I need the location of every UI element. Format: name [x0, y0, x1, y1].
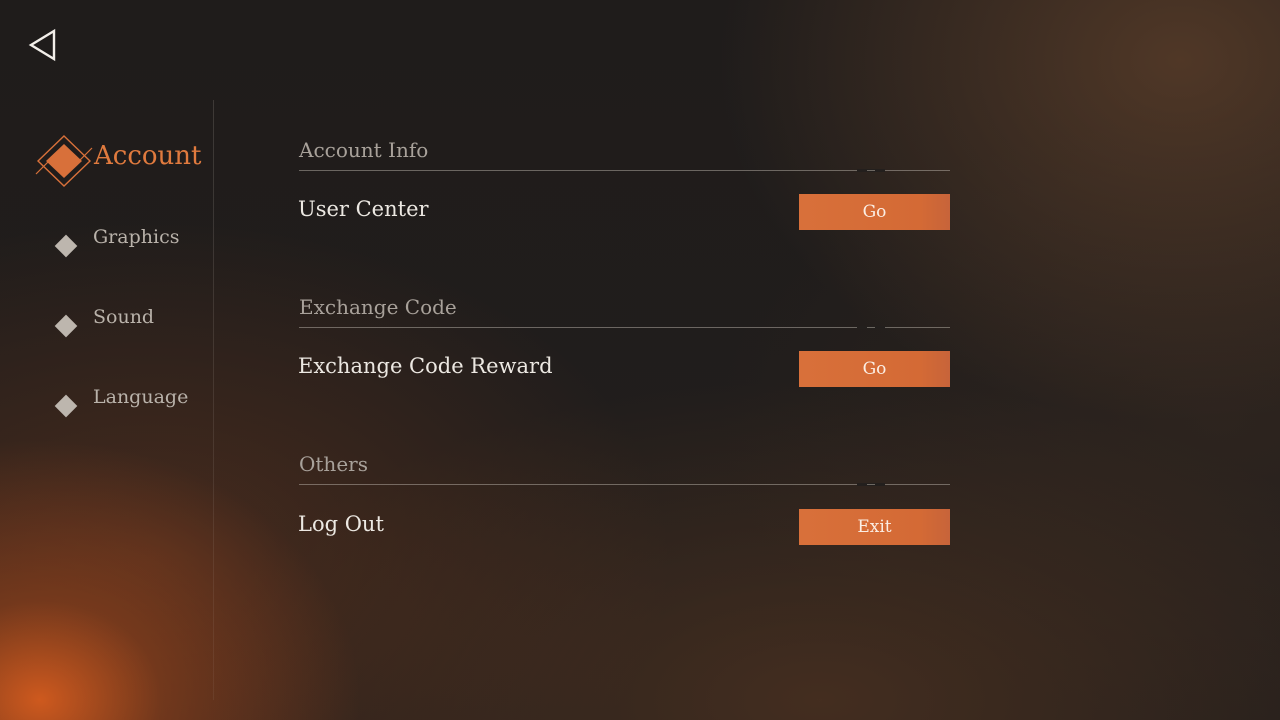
section-title: Exchange Code [299, 295, 457, 319]
log-out-exit-button[interactable]: Exit [799, 509, 950, 545]
sidebar-item-graphics[interactable]: Graphics [0, 222, 200, 262]
background [0, 0, 1280, 720]
section-divider [299, 169, 950, 172]
diamond-bullet-icon [54, 314, 78, 338]
setting-label-user-center: User Center [298, 197, 429, 221]
sidebar-item-label: Sound [93, 306, 155, 328]
sidebar-item-language[interactable]: Language [0, 382, 200, 422]
diamond-bullet-icon [54, 394, 78, 418]
sidebar-item-sound[interactable]: Sound [0, 302, 200, 342]
setting-label-log-out: Log Out [298, 512, 384, 536]
sidebar-divider [213, 100, 214, 700]
sidebar-item-label: Graphics [93, 226, 180, 248]
exchange-code-go-button[interactable]: Go [799, 351, 950, 387]
section-divider [299, 483, 950, 486]
diamond-bullet-icon [54, 234, 78, 258]
sidebar-item-account[interactable]: Account [0, 135, 202, 187]
section-divider [299, 326, 950, 329]
sidebar-item-label: Account [94, 141, 202, 171]
setting-label-exchange-code-reward: Exchange Code Reward [298, 354, 553, 378]
section-title: Account Info [299, 138, 429, 162]
sidebar-item-label: Language [93, 386, 189, 408]
user-center-go-button[interactable]: Go [799, 194, 950, 230]
back-button[interactable] [26, 28, 60, 64]
ornate-diamond-icon [35, 135, 93, 187]
section-title: Others [299, 452, 368, 476]
back-triangle-icon [28, 28, 56, 62]
